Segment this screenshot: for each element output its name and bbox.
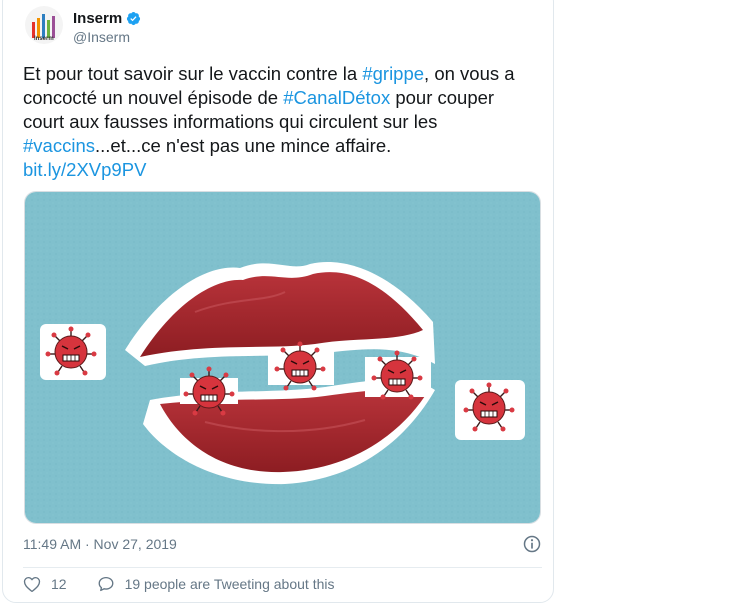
tweet-media-image[interactable] — [24, 191, 541, 524]
short-url-link[interactable]: bit.ly/2XVp9PV — [23, 159, 146, 180]
display-name[interactable]: Inserm — [73, 10, 122, 27]
tweet-text: Et pour tout savoir sur le vaccin contre… — [23, 62, 538, 182]
divider — [23, 567, 542, 568]
like-count: 12 — [51, 576, 67, 592]
hashtag-vaccins-link[interactable]: #vaccins — [23, 135, 95, 156]
tweet-text-segment: Et pour tout savoir sur le vaccin contre… — [23, 63, 363, 84]
account-names: Inserm @Inserm — [73, 8, 141, 45]
tweeting-about-text: 19 people are Tweeting about this — [124, 576, 335, 592]
tweet-actions: 12 19 people are Tweeting about this — [23, 574, 334, 594]
hashtag-grippe-link[interactable]: #grippe — [362, 63, 424, 84]
info-icon[interactable] — [522, 534, 542, 554]
like-button[interactable]: 12 — [23, 575, 67, 593]
hashtag-canaldetox-link[interactable]: #CanalDétox — [283, 87, 390, 108]
avatar-logo-text: Inserm — [34, 36, 54, 42]
account-handle[interactable]: @Inserm — [73, 29, 141, 45]
comment-bubble-icon — [98, 576, 114, 592]
verified-badge-icon — [127, 11, 141, 25]
lips-virus-illustration-icon — [25, 192, 540, 523]
tweet-timestamp[interactable]: 11:49 AM · Nov 27, 2019 — [23, 536, 177, 552]
tweet-text-segment: ...et...ce n'est pas une mince affaire. — [94, 135, 392, 156]
tweet-card: Inserm Inserm @Inserm Et pour tout savoi… — [2, 0, 554, 603]
heart-icon — [23, 576, 41, 592]
tweet-header: Inserm Inserm @Inserm — [23, 2, 523, 50]
tweeting-about-link[interactable]: 19 people are Tweeting about this — [97, 575, 335, 593]
avatar[interactable]: Inserm — [25, 6, 63, 44]
